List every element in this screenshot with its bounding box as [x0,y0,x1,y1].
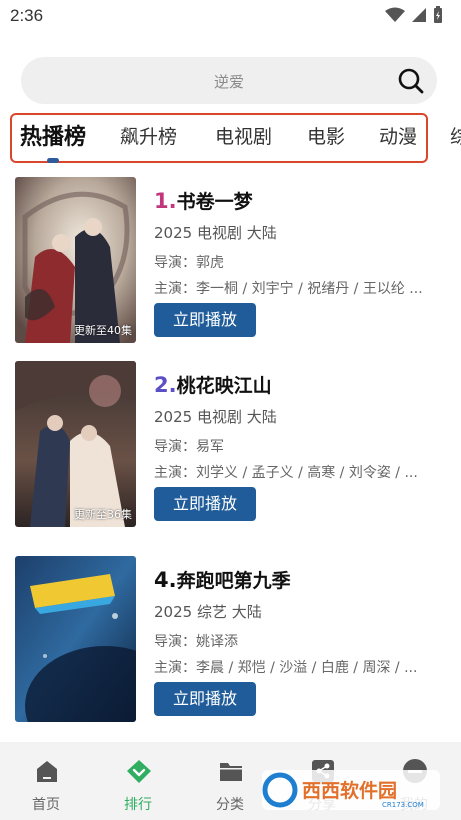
title-text: 奔跑吧第九季 [176,570,291,592]
episode-badge: 更新至40集 [74,324,132,337]
item-cast: 主演：李一桐 / 刘宇宁 / 祝绪丹 / 王以纶 ... [154,281,423,297]
home-icon [37,761,57,782]
tab-tv-series[interactable]: 电视剧 [215,122,272,149]
rank-number: 4. [154,568,177,592]
nav-category[interactable]: 分类 [190,742,270,820]
tab-anime[interactable]: 动漫 [379,122,417,149]
item-director: 导演：姚译添 [154,634,238,650]
nav-label: 排行 [124,797,152,813]
watermark-logo: 西西软件园 CR173.COM [262,770,440,810]
item-meta: 2025 综艺 大陆 [154,603,262,621]
svg-text:CR173.COM: CR173.COM [382,801,424,809]
search-bar[interactable]: 逆爱 [21,57,437,104]
item-title[interactable]: 4.奔跑吧第九季 [154,566,291,593]
nav-ranking[interactable]: 排行 [98,742,178,820]
list-item[interactable]: 更新至36集 2.桃花映江山 2025 电视剧 大陆 导演：易军 主演：刘学义 … [15,361,445,529]
poster-image[interactable]: 更新至40集 [15,177,136,343]
tab-movies[interactable]: 电影 [307,122,345,149]
nav-label: 分类 [216,797,244,813]
status-bar: 2:36 [0,0,461,32]
item-cast: 主演：李晨 / 郑恺 / 沙溢 / 白鹿 / 周深 / ... [154,660,418,676]
episode-badge: 更新至36集 [74,508,132,521]
poster-image[interactable]: 更新至36集 [15,361,136,527]
rank-number: 2. [154,373,177,397]
rank-icon [127,760,151,783]
battery-icon [434,6,442,23]
tab-active-indicator [47,158,59,163]
item-title[interactable]: 1.书卷一梦 [154,187,253,214]
rank-number: 1. [154,189,177,213]
title-text: 书卷一梦 [176,191,253,213]
play-now-button[interactable]: 立即播放 [154,487,256,521]
item-director: 导演：易军 [154,439,224,455]
search-placeholder[interactable]: 逆爱 [21,71,437,92]
tab-hot[interactable]: 热播榜 [20,119,86,151]
svg-text:西西软件园: 西西软件园 [302,779,397,802]
poster-image[interactable] [15,556,136,722]
play-now-button[interactable]: 立即播放 [154,303,256,337]
item-meta: 2025 电视剧 大陆 [154,408,277,426]
folder-icon [220,763,242,781]
tab-rising[interactable]: 飙升榜 [120,122,177,149]
list-item[interactable]: 更新至40集 1.书卷一梦 2025 电视剧 大陆 导演：郭虎 主演：李一桐 /… [15,177,445,345]
wifi-icon [385,7,405,22]
nav-label: 首页 [32,797,60,813]
status-icons [385,6,443,24]
signal-icon [412,8,426,22]
list-item[interactable]: 4.奔跑吧第九季 2025 综艺 大陆 导演：姚译添 主演：李晨 / 郑恺 / … [15,556,445,724]
item-title[interactable]: 2.桃花映江山 [154,371,272,398]
item-director: 导演：郭虎 [154,255,224,271]
status-time: 2:36 [10,6,44,25]
title-text: 桃花映江山 [176,375,272,397]
nav-home[interactable]: 首页 [6,742,86,820]
tab-variety[interactable]: 综 [450,122,461,149]
play-now-button[interactable]: 立即播放 [154,682,256,716]
search-icon[interactable] [397,67,425,95]
item-cast: 主演：刘学义 / 孟子义 / 高寒 / 刘令姿 / ... [154,465,418,481]
item-meta: 2025 电视剧 大陆 [154,224,277,242]
